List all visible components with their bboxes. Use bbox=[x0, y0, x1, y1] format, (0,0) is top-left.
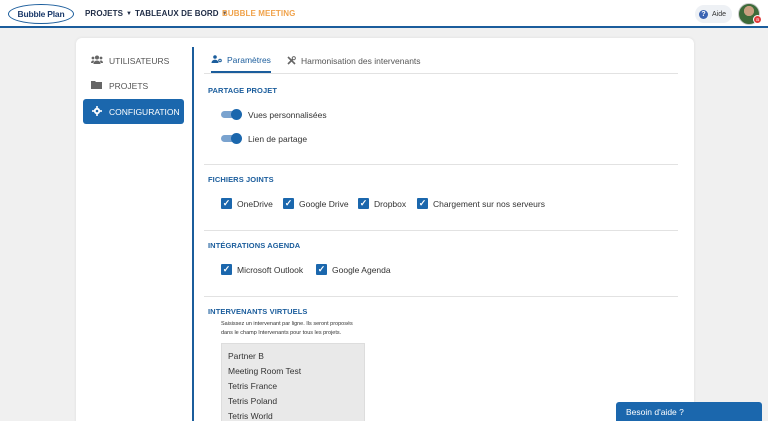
users-cog-icon bbox=[211, 55, 222, 65]
section-title-intervenants: INTERVENANTS VIRTUELS bbox=[208, 307, 308, 316]
top-bar: Bubble Plan PROJETS ▼ TABLEAUX DE BORD ▼… bbox=[0, 0, 768, 28]
logo-text: Bubble Plan bbox=[17, 9, 65, 19]
checkbox-label: OneDrive bbox=[237, 198, 273, 209]
textarea-line: Tetris World bbox=[228, 411, 273, 421]
toggle-switch[interactable] bbox=[221, 109, 243, 120]
section-divider bbox=[204, 230, 678, 231]
bubble-plan-logo[interactable]: Bubble Plan bbox=[8, 4, 74, 24]
section-divider bbox=[204, 296, 678, 297]
users-icon bbox=[91, 55, 103, 66]
folder-icon bbox=[91, 80, 103, 91]
checkbox-checked[interactable]: ✓ bbox=[283, 198, 294, 209]
checkbox-checked[interactable]: ✓ bbox=[417, 198, 428, 209]
checkbox-dropbox[interactable]: ✓ Dropbox bbox=[358, 198, 406, 209]
tab-parametres[interactable]: Paramètres bbox=[211, 49, 271, 73]
help-widget-label: Besoin d'aide ? bbox=[626, 406, 684, 417]
nav-tableaux-label: TABLEAUX DE BORD bbox=[135, 9, 219, 18]
checkbox-checked[interactable]: ✓ bbox=[221, 264, 232, 275]
help-label: Aide bbox=[712, 10, 727, 18]
textarea-line: Meeting Room Test bbox=[228, 366, 302, 376]
intervenants-hint: Saisissez un intervenant par ligne. Ils … bbox=[221, 321, 353, 327]
intervenants-hint: dans le champ Intervenants pour tous les… bbox=[221, 330, 342, 336]
toggle-lien-de-partage[interactable]: Lien de partage bbox=[221, 133, 307, 144]
sidebar-item-label: UTILISATEURS bbox=[109, 55, 170, 66]
toggle-vues-personnalisees[interactable]: Vues personnalisées bbox=[221, 109, 327, 120]
checkbox-label: Dropbox bbox=[374, 198, 407, 209]
help-widget-button[interactable]: Besoin d'aide ? bbox=[616, 402, 762, 421]
sidebar-item-configuration[interactable]: CONFIGURATION bbox=[83, 99, 184, 124]
sidebar-item-label: CONFIGURATION bbox=[109, 106, 180, 117]
nav-bubble-meeting-label: BUBBLE MEETING bbox=[222, 9, 296, 18]
sidebar-item-utilisateurs[interactable]: UTILISATEURS bbox=[83, 48, 184, 73]
notification-badge: a bbox=[753, 15, 762, 24]
textarea-line: Tetris France bbox=[228, 381, 278, 391]
tab-harmonisation[interactable]: Harmonisation des intervenants bbox=[287, 49, 421, 73]
checkbox-checked[interactable]: ✓ bbox=[316, 264, 327, 275]
chevron-down-icon: ▼ bbox=[126, 10, 133, 17]
checkbox-google-agenda[interactable]: ✓ Google Agenda bbox=[316, 264, 391, 275]
textarea-line: Partner B bbox=[228, 351, 264, 361]
checkbox-onedrive[interactable]: ✓ OneDrive bbox=[221, 198, 273, 209]
nav-tableaux-de-bord[interactable]: TABLEAUX DE BORD ▼ bbox=[135, 9, 228, 18]
checkbox-label: Google Agenda bbox=[332, 264, 391, 275]
nav-projets-label: PROJETS bbox=[85, 9, 124, 18]
checkbox-google-drive[interactable]: ✓ Google Drive bbox=[283, 198, 349, 209]
checkbox-label: Microsoft Outlook bbox=[237, 264, 304, 275]
section-title-agenda: INTÉGRATIONS AGENDA bbox=[208, 241, 301, 250]
question-icon: ? bbox=[699, 9, 708, 19]
help-button[interactable]: ? Aide bbox=[695, 5, 732, 23]
sidebar-divider bbox=[192, 47, 194, 421]
sidebar-item-projets[interactable]: PROJETS bbox=[83, 73, 184, 98]
tab-label: Harmonisation des intervenants bbox=[301, 56, 421, 66]
toggle-label: Lien de partage bbox=[248, 133, 308, 144]
checkbox-label: Chargement sur nos serveurs bbox=[433, 198, 545, 209]
section-title-partage: PARTAGE PROJET bbox=[208, 86, 278, 95]
nav-bubble-meeting[interactable]: BUBBLE MEETING bbox=[222, 9, 295, 18]
checkbox-checked[interactable]: ✓ bbox=[221, 198, 232, 209]
tabs-underline bbox=[204, 73, 678, 74]
sidebar-item-label: PROJETS bbox=[109, 80, 149, 91]
checkbox-checked[interactable]: ✓ bbox=[358, 198, 369, 209]
section-divider bbox=[204, 164, 678, 165]
textarea-line: Tetris Poland bbox=[228, 396, 278, 406]
tab-label: Paramètres bbox=[227, 55, 271, 65]
checkbox-chargement-serveurs[interactable]: ✓ Chargement sur nos serveurs bbox=[417, 198, 545, 209]
checkbox-microsoft-outlook[interactable]: ✓ Microsoft Outlook bbox=[221, 264, 303, 275]
checkbox-label: Google Drive bbox=[299, 198, 349, 209]
tools-icon bbox=[287, 55, 296, 67]
toggle-switch[interactable] bbox=[221, 133, 243, 144]
intervenants-textarea[interactable]: Partner B Meeting Room Test Tetris Franc… bbox=[221, 343, 365, 421]
gear-icon bbox=[91, 105, 103, 118]
section-title-fichiers: FICHIERS JOINTS bbox=[208, 175, 274, 184]
nav-projets[interactable]: PROJETS ▼ bbox=[85, 9, 132, 18]
toggle-label: Vues personnalisées bbox=[248, 109, 327, 120]
settings-card: UTILISATEURS PROJETS CONFIGURATION Param… bbox=[76, 38, 694, 421]
